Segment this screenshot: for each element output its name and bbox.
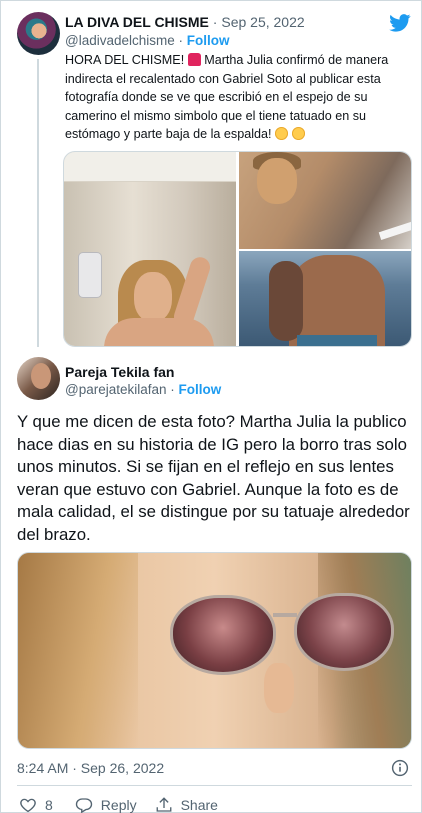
main-author-handle[interactable]: @parejatekilafan <box>65 382 167 397</box>
parent-author-name[interactable]: LA DIVA DEL CHISME <box>65 14 209 30</box>
share-label: Share <box>180 797 218 813</box>
media-photo-back-tattoo[interactable] <box>239 251 411 346</box>
speech-bubble-icon <box>75 798 92 813</box>
flushed-face-icon <box>275 127 289 141</box>
main-author-avatar[interactable] <box>17 357 60 400</box>
parent-tweet-header: LA DIVA DEL CHISME · Sep 25, 2022 <box>65 13 305 31</box>
parent-tweet-text: HORA DEL CHISME! Martha Julia confirmó d… <box>65 51 415 144</box>
share-upload-icon <box>156 797 172 812</box>
tweet-embed-card: LA DIVA DEL CHISME · Sep 25, 2022 @ladiv… <box>0 0 422 813</box>
media-photo-mirror-selfie[interactable] <box>64 152 236 346</box>
tweet-timestamp[interactable]: 8:24 AM · Sep 26, 2022 <box>17 759 164 777</box>
actions-divider <box>17 785 412 786</box>
handle-separator: · <box>166 382 179 397</box>
like-button[interactable]: 8 <box>19 796 53 813</box>
main-follow-link[interactable]: Follow <box>179 382 222 397</box>
parent-tweet-date[interactable]: Sep 25, 2022 <box>221 14 304 30</box>
main-handle-row: @parejatekilafan · Follow <box>65 381 221 399</box>
info-circle-icon[interactable] <box>391 759 409 777</box>
tweet-actions-bar: 8 Reply Share <box>19 795 236 813</box>
parent-follow-link[interactable]: Follow <box>187 33 230 48</box>
reply-button[interactable]: Reply <box>75 796 137 813</box>
shushing-face-icon <box>291 127 305 141</box>
handle-separator: · <box>174 33 187 48</box>
parent-author-avatar[interactable] <box>17 12 60 55</box>
main-media-photo-sunglasses[interactable] <box>17 552 412 749</box>
media-photo-torso[interactable] <box>239 152 411 249</box>
twitter-bird-icon[interactable] <box>389 14 411 32</box>
main-author-name[interactable]: Pareja Tekila fan <box>65 363 174 381</box>
rotating-light-icon <box>187 53 201 66</box>
heart-icon <box>20 798 36 813</box>
like-count: 8 <box>45 797 53 813</box>
header-separator: · <box>208 14 222 30</box>
main-tweet-text: Y que me dicen de esta foto? Martha Juli… <box>17 412 410 544</box>
thread-connector-line <box>37 59 39 347</box>
reply-label: Reply <box>100 797 137 813</box>
share-button[interactable]: Share <box>155 796 218 813</box>
parent-text-part1: HORA DEL CHISME! <box>65 53 188 67</box>
parent-author-handle[interactable]: @ladivadelchisme <box>65 33 175 48</box>
parent-handle-row: @ladivadelchisme · Follow <box>65 32 230 50</box>
parent-media-grid <box>63 151 412 347</box>
